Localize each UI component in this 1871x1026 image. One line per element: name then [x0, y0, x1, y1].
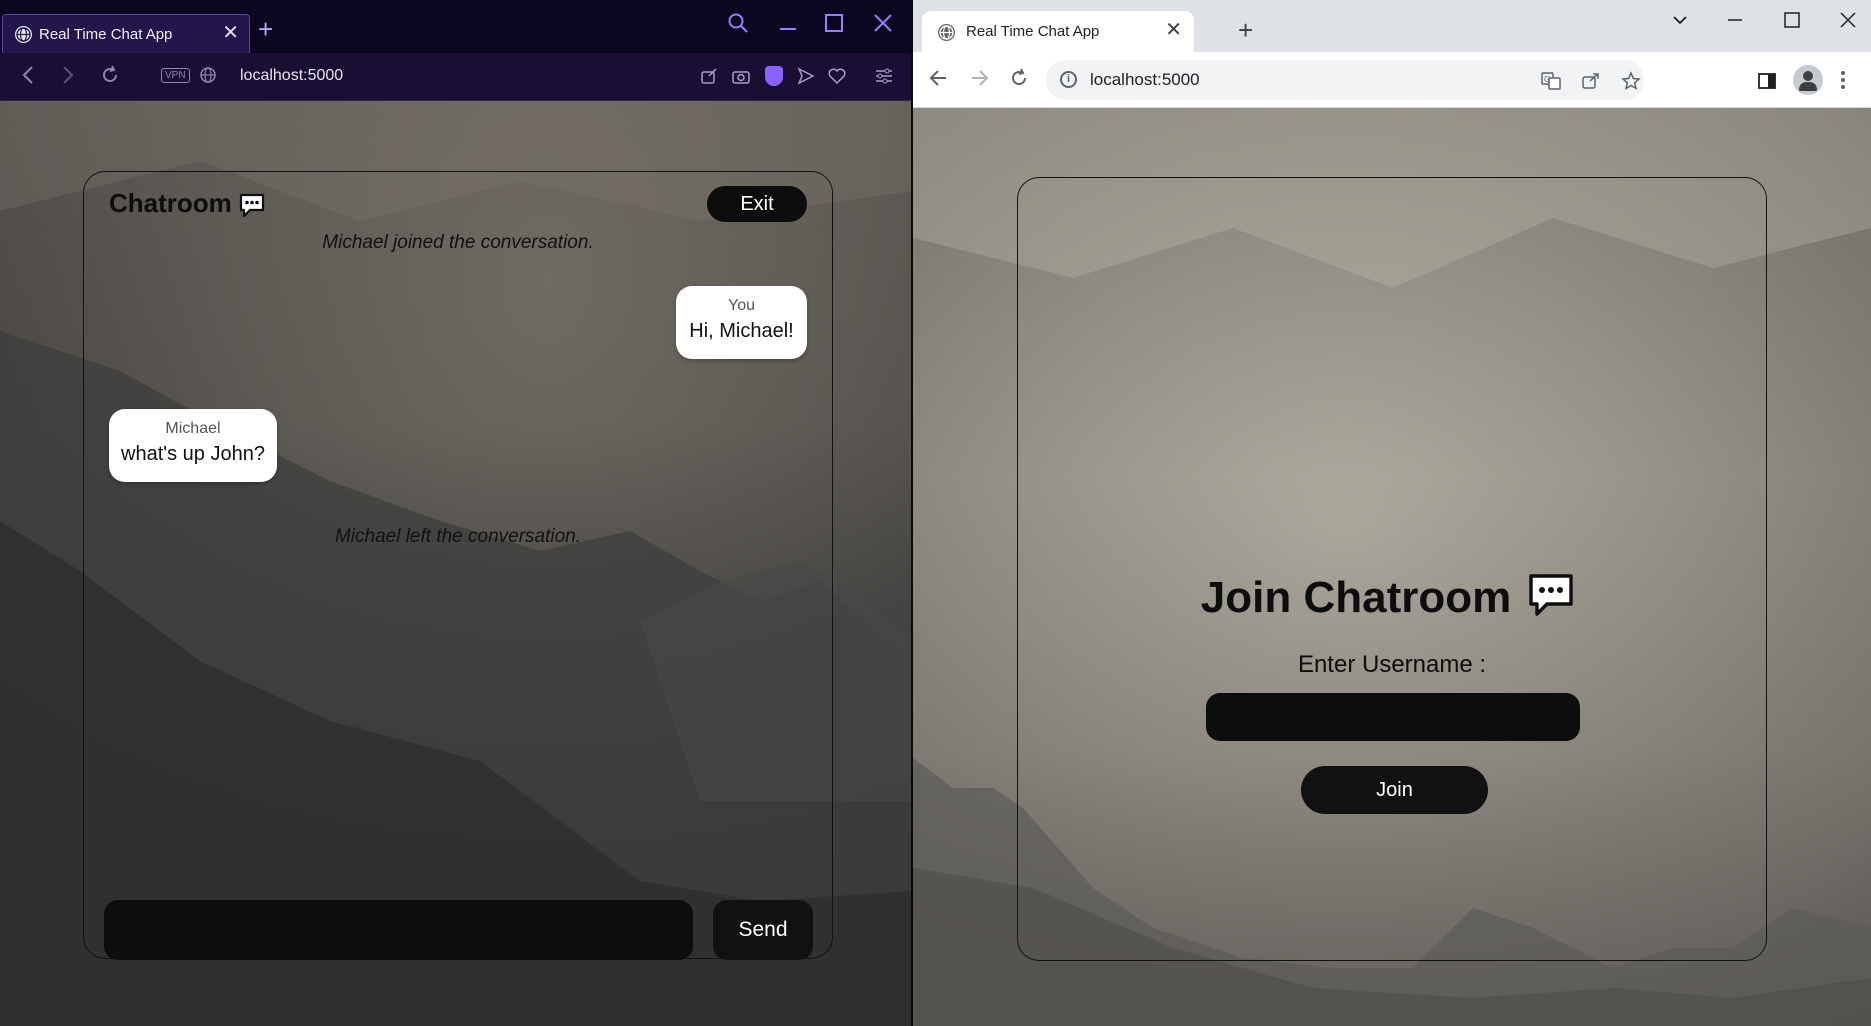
shield-icon[interactable] — [765, 66, 783, 86]
back-icon[interactable] — [20, 64, 36, 92]
send-button[interactable]: Send — [713, 900, 813, 960]
join-title: Join Chatroom — [1200, 573, 1512, 622]
username-input[interactable] — [1206, 693, 1580, 741]
back-icon[interactable] — [929, 67, 949, 94]
address-toolbar: VPN localhost:5000 — [0, 53, 912, 101]
side-panel-icon[interactable] — [1757, 71, 1777, 95]
browser-tab[interactable]: Real Time Chat App ✕ — [2, 14, 250, 53]
chatroom-panel: Chatroom Exit Michael joined the convers… — [83, 171, 833, 960]
easy-setup-icon[interactable] — [875, 67, 893, 90]
right-browser-window: Real Time Chat App ✕ + i localhost:5000 — [913, 0, 1871, 1026]
heart-icon[interactable] — [828, 67, 846, 90]
send-arrow-icon[interactable] — [797, 67, 815, 90]
reload-icon[interactable] — [1009, 67, 1029, 94]
globe-icon — [938, 24, 955, 41]
site-info-icon[interactable]: i — [1060, 71, 1077, 88]
close-tab-icon[interactable]: ✕ — [1165, 20, 1182, 40]
left-browser-window: Real Time Chat App ✕ + VPN localhost:500… — [0, 0, 912, 1026]
system-message-joined: Michael joined the conversation. — [322, 232, 594, 253]
minimize-icon[interactable] — [1725, 10, 1745, 36]
tab-bar: Real Time Chat App ✕ + — [913, 0, 1871, 52]
chatroom-title: Chatroom — [109, 188, 232, 218]
chat-bubble-icon — [238, 192, 266, 225]
site-info-icon[interactable] — [199, 64, 217, 92]
bookmark-star-icon[interactable] — [1621, 71, 1641, 95]
share-icon[interactable] — [700, 67, 718, 90]
join-button[interactable]: Join — [1301, 766, 1488, 814]
url-text[interactable]: localhost:5000 — [240, 67, 343, 85]
tab-title: Real Time Chat App — [966, 23, 1100, 40]
message-sender: Michael — [165, 420, 221, 437]
system-message-left: Michael left the conversation. — [334, 526, 582, 547]
share-icon[interactable] — [1581, 72, 1601, 94]
maximize-icon[interactable] — [823, 12, 845, 40]
exit-button[interactable]: Exit — [707, 186, 807, 222]
join-page: Join Chatroom Enter Username : Join — [913, 108, 1871, 1026]
join-panel: Join Chatroom Enter Username : Join — [1017, 177, 1767, 961]
profile-avatar-icon[interactable] — [1793, 65, 1823, 95]
message-sender: You — [728, 297, 755, 314]
svg-text:G: G — [1544, 75, 1550, 84]
username-label: Enter Username : — [1297, 651, 1487, 678]
camera-icon[interactable] — [732, 67, 750, 90]
browser-tab[interactable]: Real Time Chat App ✕ — [922, 11, 1194, 52]
tab-search-icon[interactable] — [1670, 10, 1690, 36]
tab-title: Real Time Chat App — [39, 26, 173, 43]
tab-bar: Real Time Chat App ✕ + — [0, 0, 912, 53]
close-window-icon[interactable] — [1838, 10, 1858, 36]
maximize-icon[interactable] — [1782, 10, 1802, 36]
message-bubble-incoming: Michael what's up John? — [109, 409, 277, 482]
translate-icon[interactable]: G — [1541, 72, 1561, 94]
new-tab-icon[interactable]: + — [1238, 17, 1253, 43]
globe-icon — [15, 26, 32, 43]
url-text[interactable]: localhost:5000 — [1090, 70, 1200, 90]
reload-icon[interactable] — [100, 64, 120, 92]
message-text: what's up John? — [121, 443, 265, 465]
close-window-icon[interactable] — [872, 12, 894, 40]
new-tab-icon[interactable]: + — [258, 16, 273, 42]
forward-icon[interactable] — [60, 64, 76, 92]
minimize-icon[interactable] — [777, 12, 799, 40]
message-input[interactable] — [104, 900, 693, 960]
message-text: Hi, Michael! — [689, 320, 794, 342]
message-bubble-outgoing: You Hi, Michael! — [676, 286, 807, 359]
close-tab-icon[interactable]: ✕ — [222, 23, 239, 43]
vpn-badge[interactable]: VPN — [161, 68, 190, 83]
chat-bubble-icon — [1527, 572, 1575, 625]
search-icon[interactable] — [727, 12, 749, 40]
address-toolbar: i localhost:5000 G — [913, 52, 1871, 108]
menu-kebab-icon[interactable] — [1838, 69, 1848, 95]
forward-icon[interactable] — [969, 67, 989, 94]
chat-page: Chatroom Exit Michael joined the convers… — [0, 101, 912, 1026]
